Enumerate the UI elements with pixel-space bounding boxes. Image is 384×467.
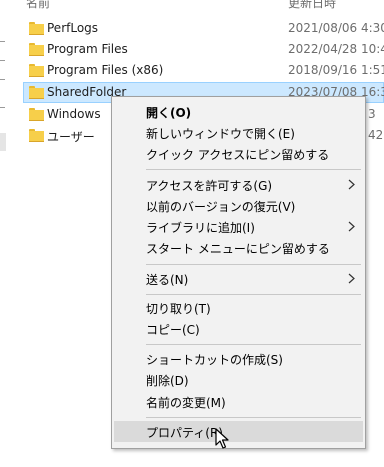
menu-item-properties[interactable]: プロパティ(R) xyxy=(114,421,363,442)
file-name: Windows xyxy=(47,107,101,121)
menu-item-label: 送る(N) xyxy=(146,273,189,287)
file-date: 2021/08/06 4:30 xyxy=(288,21,384,35)
file-row[interactable]: PerfLogs 2021/08/06 4:30 xyxy=(0,18,384,40)
mouse-cursor-icon xyxy=(215,428,229,449)
menu-item-rename[interactable]: 名前の変更(M) xyxy=(112,391,365,412)
menu-item-label: 削除(D) xyxy=(146,374,189,388)
menu-item-label: コピー(C) xyxy=(146,323,200,337)
menu-item-delete[interactable]: 削除(D) xyxy=(112,369,365,390)
file-date: 3 xyxy=(368,107,376,121)
menu-item-create-shortcut[interactable]: ショートカットの作成(S) xyxy=(112,348,365,369)
file-date: 2018/09/16 1:51 xyxy=(288,63,384,77)
chevron-right-icon xyxy=(348,179,355,190)
menu-separator xyxy=(146,264,361,265)
menu-separator xyxy=(146,169,361,170)
menu-item-label: プロパティ(R) xyxy=(146,426,223,440)
folder-icon xyxy=(29,64,44,77)
menu-item-send-to[interactable]: 送る(N) xyxy=(112,268,365,289)
menu-item-label: 名前の変更(M) xyxy=(146,396,226,410)
column-header-name[interactable]: 名前 xyxy=(26,0,50,11)
menu-item-label: 切り取り(T) xyxy=(146,302,211,316)
menu-item-label: ショートカットの作成(S) xyxy=(146,353,283,367)
file-date: 42 xyxy=(368,128,384,142)
folder-icon xyxy=(29,43,44,56)
file-row[interactable]: Program Files (x86) 2018/09/16 1:51 xyxy=(0,60,384,82)
menu-item-label: 開く(O) xyxy=(146,106,192,120)
menu-item-label: 以前のバージョンの復元(V) xyxy=(146,200,296,214)
folder-icon xyxy=(29,129,44,142)
menu-item-label: ライブラリに追加(I) xyxy=(146,221,255,235)
file-name: PerfLogs xyxy=(47,21,99,35)
menu-item-pin-quick-access[interactable]: クイック アクセスにピン留めする xyxy=(112,143,365,164)
menu-item-open-new-window[interactable]: 新しいウィンドウで開く(E) xyxy=(112,122,365,143)
menu-item-label: スタート メニューにピン留めする xyxy=(146,242,330,256)
folder-icon xyxy=(29,108,44,121)
file-name: Program Files xyxy=(47,42,128,56)
column-header: 名前 更新日時 xyxy=(0,0,384,12)
menu-item-pin-start[interactable]: スタート メニューにピン留めする xyxy=(112,237,365,258)
folder-icon xyxy=(29,22,44,35)
chevron-right-icon xyxy=(348,273,355,284)
file-name: ユーザー xyxy=(47,130,95,144)
file-date: 2022/04/28 10:42 xyxy=(288,42,384,56)
menu-separator xyxy=(146,344,361,345)
menu-item-cut[interactable]: 切り取り(T) xyxy=(112,297,365,318)
menu-item-copy[interactable]: コピー(C) xyxy=(112,318,365,339)
menu-separator xyxy=(146,417,361,418)
menu-item-label: 新しいウィンドウで開く(E) xyxy=(146,127,295,141)
menu-item-label: クイック アクセスにピン留めする xyxy=(146,148,330,162)
menu-item-restore-versions[interactable]: 以前のバージョンの復元(V) xyxy=(112,195,365,216)
menu-item-open[interactable]: 開く(O) xyxy=(112,101,365,122)
column-header-date[interactable]: 更新日時 xyxy=(288,0,336,11)
context-menu: 開く(O) 新しいウィンドウで開く(E) クイック アクセスにピン留めする アク… xyxy=(111,96,366,449)
file-name: Program Files (x86) xyxy=(47,63,164,77)
menu-separator xyxy=(146,294,361,295)
menu-item-give-access[interactable]: アクセスを許可する(G) xyxy=(112,174,365,195)
folder-icon xyxy=(29,86,44,99)
menu-item-add-to-library[interactable]: ライブラリに追加(I) xyxy=(112,216,365,237)
file-row[interactable]: Program Files 2022/04/28 10:42 xyxy=(0,39,384,61)
menu-item-label: アクセスを許可する(G) xyxy=(146,179,273,193)
chevron-right-icon xyxy=(348,221,355,232)
